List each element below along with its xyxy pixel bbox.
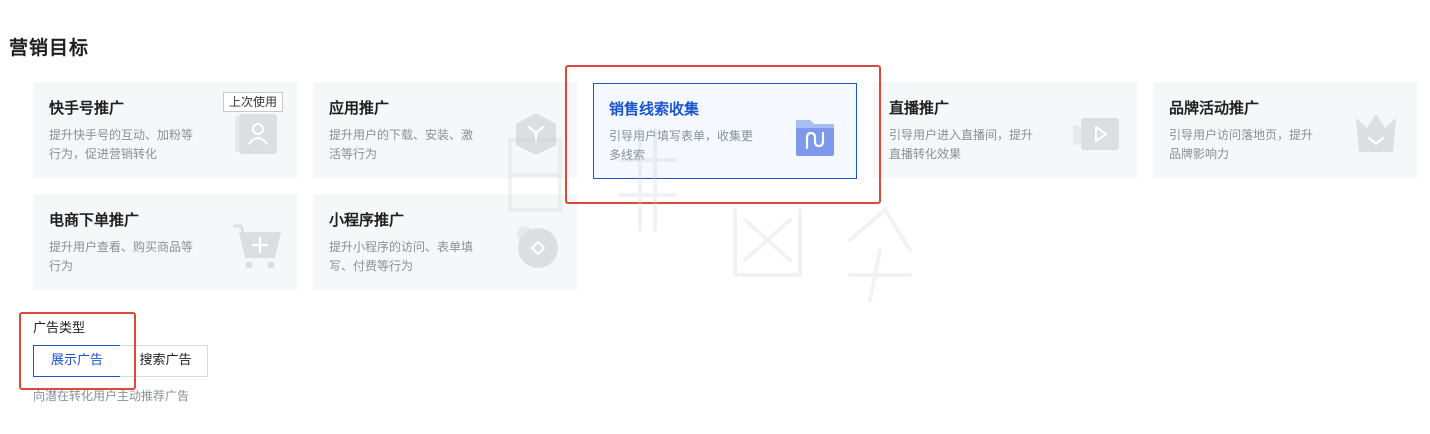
card-title: 品牌活动推广 <box>1169 99 1260 117</box>
card-title: 小程序推广 <box>329 211 405 229</box>
crown-icon <box>1353 112 1399 156</box>
card-brand-campaign[interactable]: 品牌活动推广 引导用户访问落地页，提升品牌影响力 <box>1153 82 1417 178</box>
card-title: 销售线索收集 <box>609 100 700 118</box>
card-ecommerce-order[interactable]: 电商下单推广 提升用户查看、购买商品等行为 <box>33 194 297 290</box>
video-camera-icon <box>1073 112 1119 156</box>
card-desc: 引导用户访问落地页，提升品牌影响力 <box>1169 128 1314 161</box>
card-mini-program[interactable]: 小程序推广 提升小程序的访问、表单填写、付费等行为 <box>313 194 577 290</box>
card-title: 电商下单推广 <box>49 211 140 229</box>
tab-display-ads[interactable]: 展示广告 <box>33 345 121 377</box>
card-title: 快手号推广 <box>49 99 125 117</box>
mini-program-icon <box>513 224 559 268</box>
ad-type-hint: 向潜在转化用户主动推荐广告 <box>33 389 190 403</box>
app-hex-icon <box>513 112 559 156</box>
card-desc: 引导用户进入直播间，提升直播转化效果 <box>889 128 1034 161</box>
card-live-promotion[interactable]: 直播推广 引导用户进入直播间，提升直播转化效果 <box>873 82 1137 178</box>
section-title: 营销目标 <box>9 37 90 59</box>
card-desc: 提升用户查看、购买商品等行为 <box>49 240 194 273</box>
card-desc: 提升用户的下载、安装、激活等行为 <box>329 128 474 161</box>
last-used-badge: 上次使用 <box>223 92 284 112</box>
tab-search-ads[interactable]: 搜索广告 <box>120 345 208 377</box>
card-app-promotion[interactable]: 应用推广 提升用户的下载、安装、激活等行为 <box>313 82 577 178</box>
card-sales-lead-collection[interactable]: 销售线索收集 引导用户填写表单，收集更多线索 <box>593 83 857 179</box>
ad-type-label: 广告类型 <box>33 321 86 336</box>
shopping-cart-icon <box>233 222 281 269</box>
card-title: 应用推广 <box>329 99 390 117</box>
marketing-goal-page: 营销目标 快手号推广 提升快手号的互动、加粉等行为，促进营销转化 上次使用 应用… <box>0 0 1430 434</box>
user-icon <box>233 112 279 156</box>
card-desc: 提升小程序的访问、表单填写、付费等行为 <box>329 240 474 273</box>
card-kuaishou-promotion[interactable]: 快手号推广 提升快手号的互动、加粉等行为，促进营销转化 上次使用 <box>33 82 297 178</box>
card-desc: 引导用户填写表单，收集更多线索 <box>609 129 754 162</box>
card-title: 直播推广 <box>889 99 950 117</box>
folder-icon <box>792 114 838 158</box>
card-desc: 提升快手号的互动、加粉等行为，促进营销转化 <box>49 128 194 161</box>
